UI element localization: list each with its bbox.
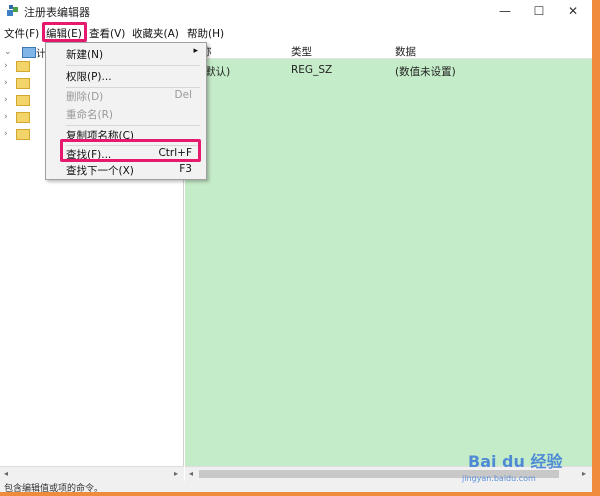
minimize-button[interactable]: — [488,0,522,22]
submenu-arrow-icon: ▸ [193,46,198,56]
menu-bar: 文件(F) 编辑(E) 查看(V) 收藏夹(A) 帮助(H) [0,24,592,42]
menu-item-find-next[interactable]: 查找下一个(X) F3 [46,161,206,179]
menu-item-permissions[interactable]: 权限(P)... [46,67,206,85]
scroll-left-icon[interactable]: ◂ [185,467,197,481]
value-type-cell[interactable]: REG_SZ [291,64,332,76]
watermark-logo-text: Bai du 经验 [468,452,563,471]
menu-item-label: 权限(P)... [66,71,112,83]
folder-icon [16,129,30,140]
menu-item-shortcut: F3 [179,163,192,175]
values-pane[interactable]: 称 类型 数据 (默认) REG_SZ (数值未设置) [185,42,592,466]
folder-icon [16,95,30,106]
registry-app-icon [7,5,18,16]
folder-icon [16,78,30,89]
menu-item-label: 新建(N) [66,49,104,61]
menu-item-label: 查找下一个(X) [66,165,134,177]
registry-editor-window: 注册表编辑器 — ☐ ✕ 文件(F) 编辑(E) 查看(V) 收藏夹(A) 帮助… [0,0,592,492]
expand-arrow-icon[interactable]: › [4,59,14,73]
menu-item-rename: 重命名(R) [46,105,206,123]
expand-arrow-icon[interactable]: › [4,93,14,107]
scroll-left-icon[interactable]: ◂ [0,467,12,481]
list-header: 称 类型 数据 [185,42,592,59]
menu-item-label: 删除(D) [66,91,104,103]
watermark-url: jingyan.baidu.com [462,474,536,483]
column-header-type[interactable]: 类型 [291,44,312,59]
expand-arrow-icon[interactable]: › [4,76,14,90]
title-bar: 注册表编辑器 — ☐ ✕ [0,0,592,22]
folder-icon [16,112,30,123]
menu-view[interactable]: 查看(V) [89,26,125,41]
menu-file[interactable]: 文件(F) [4,26,39,41]
menu-favorites[interactable]: 收藏夹(A) [132,26,179,41]
value-data-cell[interactable]: (数值未设置) [395,64,456,79]
close-button[interactable]: ✕ [556,0,590,22]
baidu-watermark: Bai du 经验 jingyan.baidu.com [460,446,588,490]
menu-item-label: 重命名(R) [66,109,113,121]
column-header-data[interactable]: 数据 [395,44,416,59]
tree-horizontal-scrollbar[interactable]: ◂ ▸ [0,466,184,481]
collapse-arrow-icon[interactable]: ⌄ [4,45,14,59]
menu-help[interactable]: 帮助(H) [187,26,224,41]
menu-separator [66,65,200,66]
scroll-right-icon[interactable]: ▸ [170,467,182,481]
expand-arrow-icon[interactable]: › [4,127,14,141]
menu-item-new[interactable]: 新建(N) ▸ [46,45,206,63]
menu-item-shortcut: Del [174,89,192,101]
edit-menu-highlight [42,22,87,42]
expand-arrow-icon[interactable]: › [4,110,14,124]
maximize-button[interactable]: ☐ [522,0,556,22]
computer-icon [22,47,36,58]
window-title: 注册表编辑器 [24,6,90,19]
folder-icon [16,61,30,72]
find-item-highlight [60,139,201,162]
menu-item-delete: 删除(D) Del [46,87,206,105]
status-text: 包含编辑值或项的命令。 [4,484,104,492]
